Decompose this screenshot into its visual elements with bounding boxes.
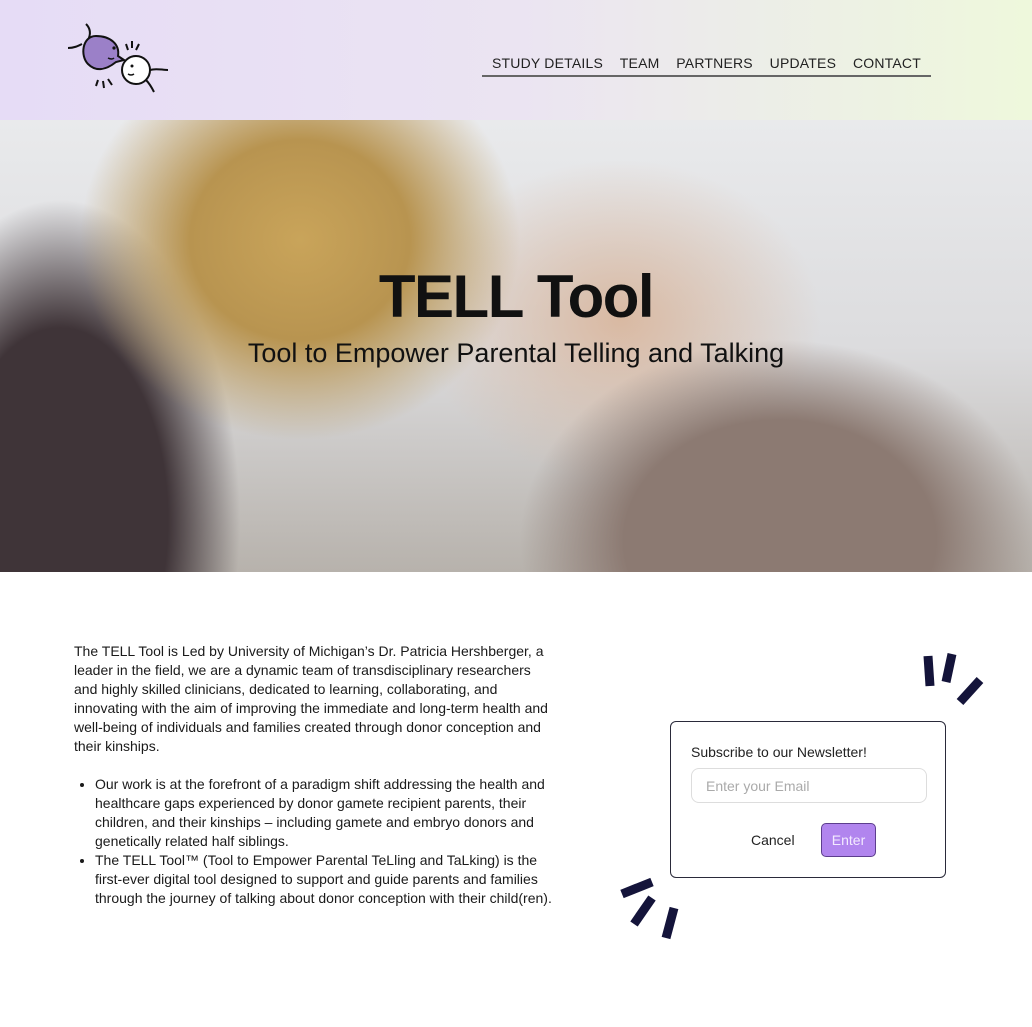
email-input[interactable] [691, 768, 927, 803]
nav-contact[interactable]: CONTACT [853, 55, 921, 75]
bullet-list: Our work is at the forefront of a paradi… [74, 775, 554, 908]
list-item: The TELL Tool™ (Tool to Empower Parental… [95, 851, 554, 908]
nav-updates[interactable]: UPDATES [770, 55, 837, 75]
newsletter-title: Subscribe to our Newsletter! [691, 744, 867, 760]
hero-subtitle: Tool to Empower Parental Telling and Tal… [247, 338, 785, 368]
list-item: Our work is at the forefront of a paradi… [95, 775, 554, 851]
nav-team[interactable]: TEAM [620, 55, 660, 75]
site-header: STUDY DETAILS TEAM PARTNERS UPDATES CONT… [0, 0, 1032, 120]
cancel-button[interactable]: Cancel [751, 832, 795, 848]
hero-title: TELL Tool [378, 263, 655, 330]
sparkle-lines-icon [620, 877, 679, 940]
newsletter-card: Subscribe to our Newsletter! Cancel Ente… [670, 721, 946, 878]
main-nav: STUDY DETAILS TEAM PARTNERS UPDATES CONT… [482, 55, 931, 77]
nav-study-details[interactable]: STUDY DETAILS [492, 55, 603, 75]
intro-paragraph: The TELL Tool is Led by University of Mi… [74, 643, 548, 754]
sparkle-lines-icon [923, 653, 984, 706]
about-text: The TELL Tool is Led by University of Mi… [74, 642, 554, 908]
enter-button[interactable]: Enter [821, 823, 876, 857]
logo-icon[interactable] [66, 22, 170, 94]
hero-banner: TELL Tool Tool to Empower Parental Telli… [0, 120, 1032, 572]
nav-partners[interactable]: PARTNERS [676, 55, 753, 75]
